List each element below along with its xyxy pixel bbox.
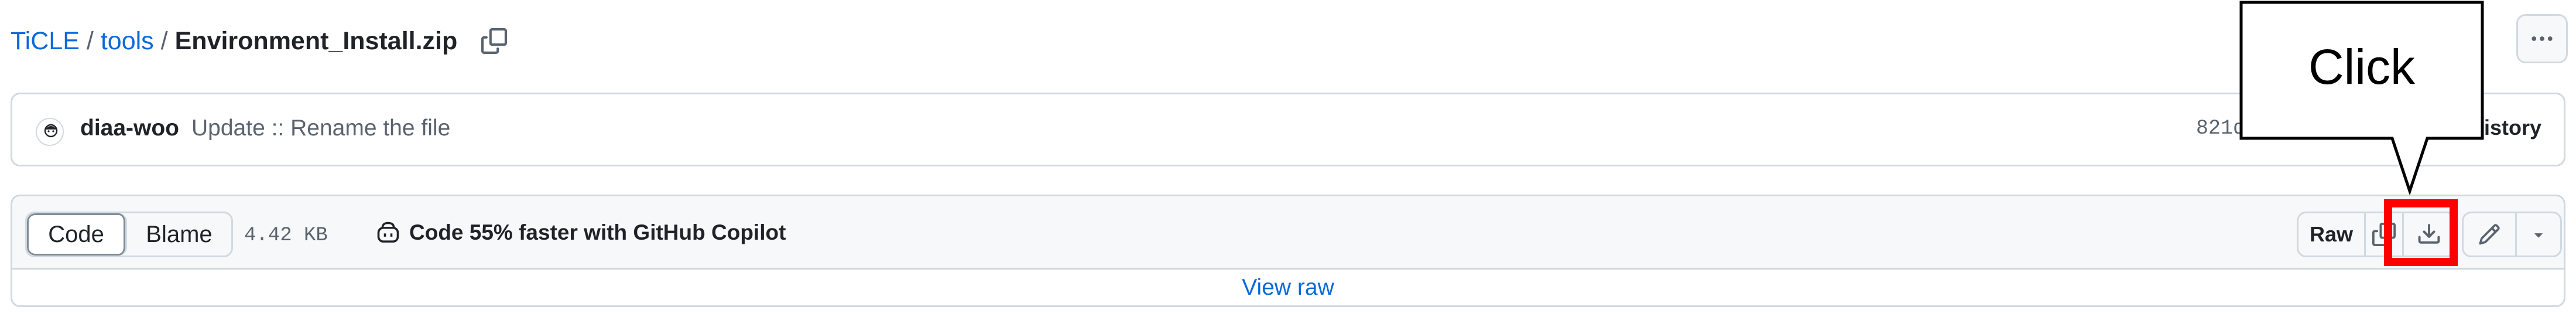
copilot-icon [377, 222, 399, 243]
tab-code[interactable]: Code [27, 213, 127, 256]
edit-actions-group [2462, 212, 2562, 257]
breadcrumb-repo-link[interactable]: TiCLE [11, 27, 80, 56]
more-options-button[interactable] [2516, 14, 2568, 63]
breadcrumb-folder-link[interactable]: tools [101, 27, 154, 56]
edit-file-button[interactable] [2464, 213, 2517, 256]
view-raw-link[interactable]: View raw [1242, 275, 1334, 301]
copy-path-button[interactable] [479, 26, 509, 56]
commit-author[interactable]: diaa-woo [80, 115, 179, 141]
latest-commit-bar: diaa-woo Update :: Rename the file 821d … [11, 93, 2565, 166]
more-edit-options-button[interactable] [2517, 213, 2560, 256]
breadcrumb-separator: / [160, 26, 168, 55]
avatar[interactable] [36, 118, 64, 146]
raw-button[interactable]: Raw [2298, 213, 2366, 256]
view-mode-toggle: Code Blame [25, 212, 233, 257]
file-size: 4.42 KB [244, 224, 328, 247]
copilot-promo-label: Code 55% faster with GitHub Copilot [409, 220, 786, 244]
breadcrumb-separator: / [86, 26, 94, 55]
pencil-icon [2479, 224, 2500, 245]
commit-message[interactable]: Update :: Rename the file [191, 115, 450, 141]
breadcrumb: TiCLE / tools / Environment_Install.zip [11, 22, 509, 60]
copilot-promo-link[interactable]: Code 55% faster with GitHub Copilot [375, 220, 786, 246]
kebab-horizontal-icon [2532, 36, 2553, 41]
file-content-area: View raw [11, 270, 2565, 307]
callout-text: Click [2308, 39, 2415, 94]
breadcrumb-file-name: Environment_Install.zip [174, 26, 458, 55]
triangle-down-icon [2534, 233, 2543, 238]
click-callout [2239, 1, 2484, 195]
commit-sha[interactable]: 821d [2196, 117, 2245, 140]
tab-blame[interactable]: Blame [127, 213, 231, 256]
copy-icon [481, 28, 508, 54]
download-highlight-box [2384, 199, 2458, 266]
file-header-toolbar: Code Blame 4.42 KB Code 55% faster with … [11, 195, 2565, 270]
